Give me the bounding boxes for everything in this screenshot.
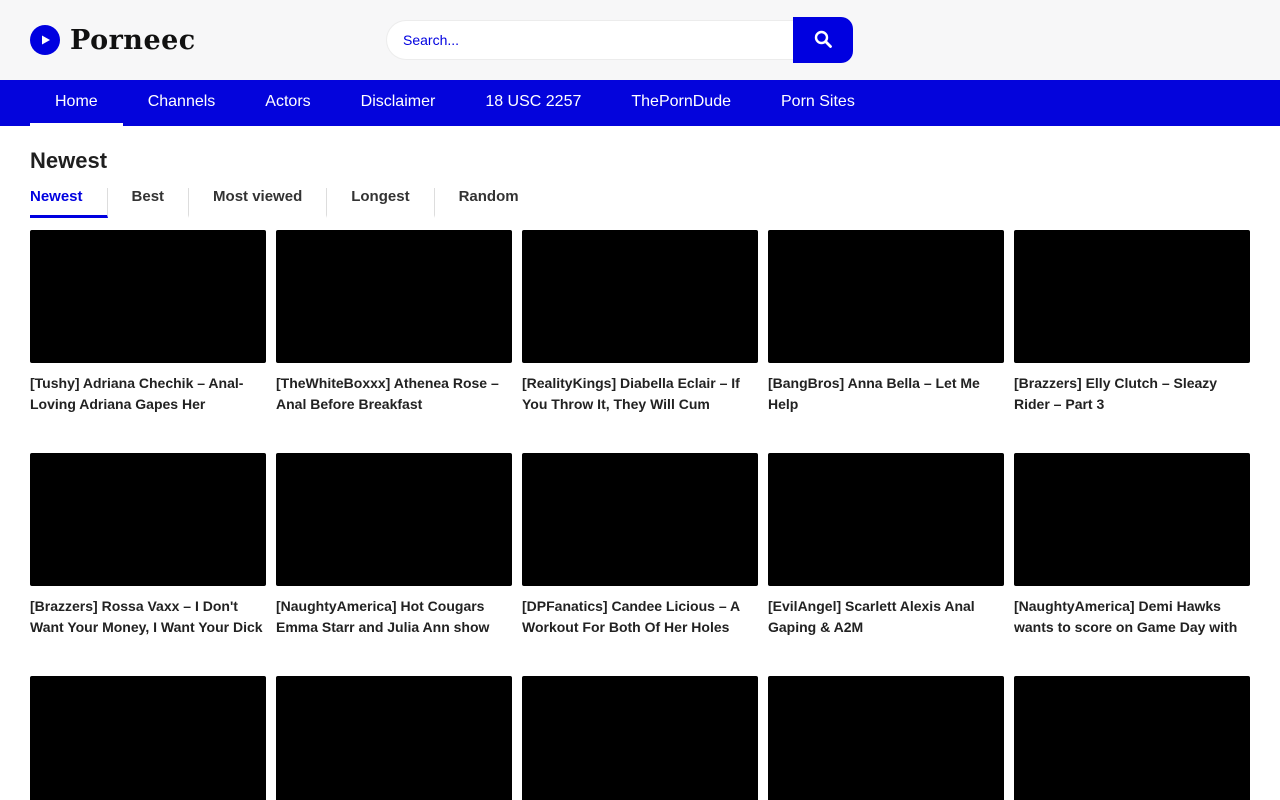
video-card[interactable]: [DPFanatics] Candee Licious – A Workout … <box>522 453 758 638</box>
video-title[interactable]: [NaughtyAmerica] Hot Cougars Emma Starr … <box>276 596 512 638</box>
video-card[interactable] <box>768 676 1004 800</box>
sort-tabs: Newest Best Most viewed Longest Random <box>30 188 1250 218</box>
video-card[interactable]: [Tushy] Adriana Chechik – Anal-Loving Ad… <box>30 230 266 415</box>
video-card[interactable]: [TheWhiteBoxxx] Athenea Rose – Anal Befo… <box>276 230 512 415</box>
video-thumbnail[interactable] <box>30 453 266 586</box>
page-title: Newest <box>30 148 1250 174</box>
play-icon <box>30 25 60 55</box>
search-form <box>386 17 853 63</box>
nav-item-18-usc-2257[interactable]: 18 USC 2257 <box>460 80 606 126</box>
video-thumbnail[interactable] <box>1014 676 1250 800</box>
video-card[interactable]: [NaughtyAmerica] Hot Cougars Emma Starr … <box>276 453 512 638</box>
brand-name: Porneec <box>70 25 196 56</box>
logo[interactable]: Porneec <box>30 25 196 56</box>
tab-best[interactable]: Best <box>108 188 190 218</box>
video-thumbnail[interactable] <box>522 230 758 363</box>
video-thumbnail[interactable] <box>276 230 512 363</box>
video-thumbnail[interactable] <box>30 230 266 363</box>
search-button[interactable] <box>793 17 853 63</box>
video-thumbnail[interactable] <box>30 676 266 800</box>
search-input[interactable] <box>386 20 793 60</box>
video-title[interactable]: [Brazzers] Elly Clutch – Sleazy Rider – … <box>1014 373 1250 415</box>
video-thumbnail[interactable] <box>276 676 512 800</box>
video-thumbnail[interactable] <box>768 230 1004 363</box>
video-title[interactable]: [BangBros] Anna Bella – Let Me Help <box>768 373 1004 415</box>
video-card[interactable]: [EvilAngel] Scarlett Alexis Anal Gaping … <box>768 453 1004 638</box>
video-card[interactable]: [Brazzers] Elly Clutch – Sleazy Rider – … <box>1014 230 1250 415</box>
video-title[interactable]: [RealityKings] Diabella Eclair – If You … <box>522 373 758 415</box>
main-content: Newest Newest Best Most viewed Longest R… <box>30 148 1250 800</box>
nav-item-home[interactable]: Home <box>30 80 123 126</box>
tab-random[interactable]: Random <box>435 188 543 218</box>
video-title[interactable]: [TheWhiteBoxxx] Athenea Rose – Anal Befo… <box>276 373 512 415</box>
video-title[interactable]: [EvilAngel] Scarlett Alexis Anal Gaping … <box>768 596 1004 638</box>
video-grid: [Tushy] Adriana Chechik – Anal-Loving Ad… <box>30 230 1250 800</box>
nav-item-porn-sites[interactable]: Porn Sites <box>756 80 880 126</box>
tab-newest[interactable]: Newest <box>30 188 108 218</box>
nav-item-theporndude[interactable]: ThePornDude <box>606 80 756 126</box>
video-card[interactable] <box>30 676 266 800</box>
video-title[interactable]: [Tushy] Adriana Chechik – Anal-Loving Ad… <box>30 373 266 415</box>
video-thumbnail[interactable] <box>768 453 1004 586</box>
video-title[interactable]: [Brazzers] Rossa Vaxx – I Don't Want You… <box>30 596 266 638</box>
video-thumbnail[interactable] <box>522 453 758 586</box>
video-title[interactable]: [DPFanatics] Candee Licious – A Workout … <box>522 596 758 638</box>
video-thumbnail[interactable] <box>768 676 1004 800</box>
video-card[interactable]: [Brazzers] Rossa Vaxx – I Don't Want You… <box>30 453 266 638</box>
video-card[interactable] <box>276 676 512 800</box>
video-card[interactable] <box>1014 676 1250 800</box>
video-thumbnail[interactable] <box>276 453 512 586</box>
nav-item-actors[interactable]: Actors <box>240 80 335 126</box>
video-card[interactable]: [NaughtyAmerica] Demi Hawks wants to sco… <box>1014 453 1250 638</box>
video-thumbnail[interactable] <box>1014 453 1250 586</box>
video-title[interactable]: [NaughtyAmerica] Demi Hawks wants to sco… <box>1014 596 1250 638</box>
main-nav: Home Channels Actors Disclaimer 18 USC 2… <box>0 80 1280 126</box>
video-thumbnail[interactable] <box>522 676 758 800</box>
video-thumbnail[interactable] <box>1014 230 1250 363</box>
search-icon <box>813 29 833 52</box>
tab-most-viewed[interactable]: Most viewed <box>189 188 327 218</box>
topbar: Porneec <box>0 0 1280 80</box>
video-card[interactable]: [RealityKings] Diabella Eclair – If You … <box>522 230 758 415</box>
tab-longest[interactable]: Longest <box>327 188 434 218</box>
video-card[interactable] <box>522 676 758 800</box>
nav-item-channels[interactable]: Channels <box>123 80 241 126</box>
video-card[interactable]: [BangBros] Anna Bella – Let Me Help <box>768 230 1004 415</box>
nav-item-disclaimer[interactable]: Disclaimer <box>336 80 461 126</box>
